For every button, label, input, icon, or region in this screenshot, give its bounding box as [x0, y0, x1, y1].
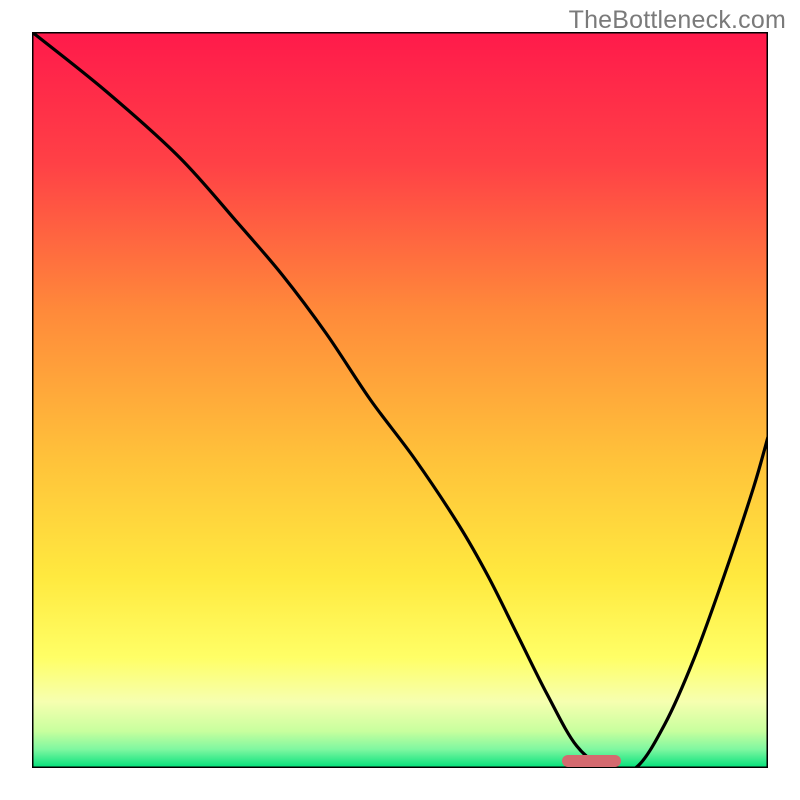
watermark-text: TheBottleneck.com: [569, 6, 786, 35]
optimal-range-marker: [562, 755, 621, 767]
bottleneck-curve: [32, 32, 768, 768]
bottleneck-chart: TheBottleneck.com: [0, 0, 800, 800]
plot-area: [32, 32, 768, 768]
